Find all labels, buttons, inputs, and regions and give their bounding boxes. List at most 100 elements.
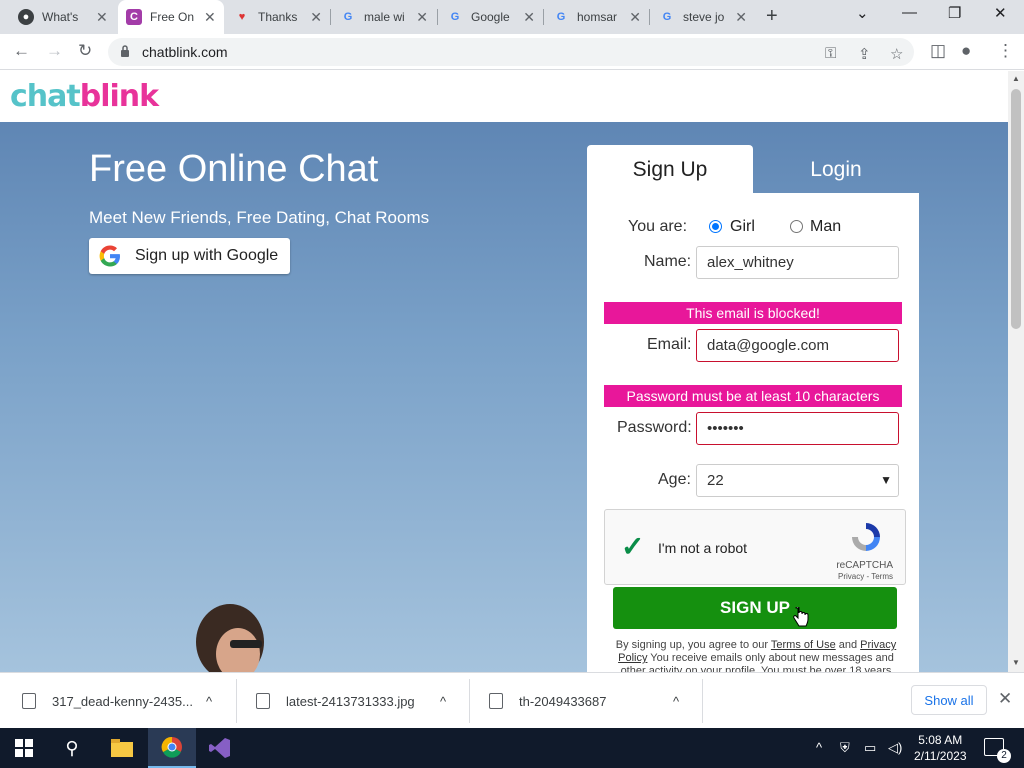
windows-taskbar: ⚲ ^ ⛨ ▭ ◁) 5:08 AM 2/11/2023 2 <box>0 728 1024 768</box>
tab-title: Free On <box>150 10 195 24</box>
password-input[interactable]: ••••••• <box>696 412 899 445</box>
show-all-button[interactable]: Show all <box>911 685 987 715</box>
browser-tab[interactable]: G steve jo ✕ <box>651 0 755 34</box>
download-filename: th-2049433687 <box>519 693 607 709</box>
google-icon: G <box>556 11 566 23</box>
close-tab-icon[interactable]: ✕ <box>629 9 641 26</box>
recaptcha-widget[interactable]: ✓ I'm not a robot reCAPTCHA Privacy - Te… <box>604 509 906 585</box>
scrollbar-thumb[interactable] <box>1011 89 1021 329</box>
download-separator <box>236 679 237 723</box>
google-icon: G <box>662 11 672 23</box>
logo-part-blink: blink <box>79 79 159 114</box>
age-select[interactable]: 22 ▼ <box>696 464 899 497</box>
tab-separator <box>330 9 331 25</box>
tab-title: What's <box>42 10 79 24</box>
radio-girl[interactable] <box>709 220 722 233</box>
hero-title: Free Online Chat <box>89 148 379 190</box>
notification-icon[interactable]: 2 <box>984 738 1011 763</box>
profile-icon[interactable]: ● <box>961 41 971 61</box>
signup-button-label: SIGN UP <box>720 598 790 617</box>
search-icon[interactable]: ⚲ <box>48 728 96 768</box>
radio-man-label[interactable]: Man <box>810 218 841 236</box>
network-icon[interactable]: ▭ <box>864 740 876 756</box>
download-item[interactable]: 317_dead-kenny-2435... <box>22 673 193 729</box>
logo-part-chat: chat <box>10 79 81 114</box>
file-icon <box>489 693 503 709</box>
radio-man[interactable] <box>790 220 803 233</box>
page-scrollbar[interactable]: ▲ ▼ <box>1008 71 1024 672</box>
clock-time: 5:08 AM <box>918 733 963 747</box>
forward-icon[interactable]: → <box>46 41 63 61</box>
tab-signup[interactable]: Sign Up <box>587 145 753 195</box>
radio-girl-label[interactable]: Girl <box>730 218 755 236</box>
chatblink-logo[interactable]: chatblink <box>10 79 159 114</box>
new-tab-icon[interactable]: + <box>766 5 778 28</box>
tab-title: Google <box>471 10 510 24</box>
close-window-icon[interactable]: ✕ <box>994 4 1007 22</box>
close-tab-icon[interactable]: ✕ <box>523 9 535 26</box>
close-tab-icon[interactable]: ✕ <box>416 9 428 26</box>
taskbar-clock[interactable]: 5:08 AM 2/11/2023 <box>914 732 967 764</box>
person-photo <box>196 604 264 672</box>
chevron-up-icon[interactable]: ^ <box>206 673 212 729</box>
close-tab-icon[interactable]: ✕ <box>735 9 747 26</box>
close-tab-icon[interactable]: ✕ <box>204 9 216 26</box>
restore-icon[interactable]: ❐ <box>948 4 961 22</box>
volume-icon[interactable]: ◁) <box>888 740 902 756</box>
signup-form: You are: Girl Man Name: alex_whitney Thi… <box>587 193 919 672</box>
terms-link[interactable]: Terms of Use <box>771 639 836 651</box>
key-icon[interactable]: ⚿ <box>825 45 836 62</box>
browser-tab[interactable]: G Google ✕ <box>439 0 543 34</box>
share-icon[interactable]: ⇪ <box>858 45 871 63</box>
address-bar[interactable]: chatblink.com ⚿ ⇪ ☆ <box>108 38 914 66</box>
close-tab-icon[interactable]: ✕ <box>96 9 108 26</box>
password-error-banner: Password must be at least 10 characters <box>604 385 902 407</box>
scroll-up-icon[interactable]: ▲ <box>1012 74 1020 83</box>
browser-tab[interactable]: G male wi ✕ <box>332 0 436 34</box>
star-icon[interactable]: ☆ <box>890 45 903 63</box>
tab-title: steve jo <box>683 10 725 24</box>
age-value: 22 <box>707 472 724 489</box>
page-viewport: chatblink Free Online Chat Meet New Frie… <box>0 71 1008 672</box>
file-icon <box>22 693 36 709</box>
recaptcha-links[interactable]: Privacy - Terms <box>838 572 893 581</box>
scroll-down-icon[interactable]: ▼ <box>1012 658 1020 667</box>
browser-tab[interactable]: ♥ Thanks ✕ <box>226 0 330 34</box>
signup-button[interactable]: SIGN UP <box>613 587 897 629</box>
side-panel-icon[interactable]: ◫ <box>930 41 946 61</box>
name-input[interactable]: alex_whitney <box>696 246 899 279</box>
chrome-icon[interactable] <box>148 728 196 768</box>
notification-count: 2 <box>997 749 1011 763</box>
windows-start-icon[interactable] <box>0 728 48 768</box>
chevron-up-icon[interactable]: ^ <box>440 673 446 729</box>
google-signup-button[interactable]: Sign up with Google <box>89 238 290 274</box>
security-icon[interactable]: ⛨ <box>840 740 850 756</box>
back-icon[interactable]: ← <box>13 41 30 61</box>
download-item[interactable]: latest-2413731333.jpg <box>256 673 415 729</box>
tab-search-icon[interactable]: ⌄ <box>856 4 869 22</box>
menu-icon[interactable]: ⋮ <box>997 41 1014 61</box>
tab-separator <box>649 9 650 25</box>
password-label: Password: <box>617 419 692 436</box>
browser-tab[interactable]: G homsar ✕ <box>545 0 649 34</box>
close-tab-icon[interactable]: ✕ <box>310 9 322 26</box>
terms-and: and <box>835 639 861 651</box>
visual-studio-icon[interactable] <box>196 728 244 768</box>
checkmark-icon[interactable]: ✓ <box>621 530 644 563</box>
browser-tab[interactable]: ● What's ✕ <box>10 0 118 34</box>
tab-title: male wi <box>364 10 405 24</box>
close-download-bar-icon[interactable]: ✕ <box>998 689 1012 709</box>
minimize-icon[interactable]: — <box>902 4 917 21</box>
download-item[interactable]: th-2049433687 <box>489 673 606 729</box>
reload-icon[interactable]: ↻ <box>78 41 92 61</box>
file-explorer-icon[interactable] <box>98 728 146 768</box>
google-icon: G <box>450 11 460 23</box>
terms-prefix: By signing up, you agree to our <box>615 639 771 651</box>
email-label: Email: <box>647 336 692 353</box>
email-input[interactable]: data@google.com <box>696 329 899 362</box>
download-filename: 317_dead-kenny-2435... <box>52 693 193 709</box>
chevron-up-icon[interactable]: ^ <box>673 673 679 729</box>
tray-chevron-icon[interactable]: ^ <box>816 740 822 755</box>
browser-tab-active[interactable]: C Free On ✕ <box>118 0 224 34</box>
tab-login[interactable]: Login <box>753 145 919 195</box>
